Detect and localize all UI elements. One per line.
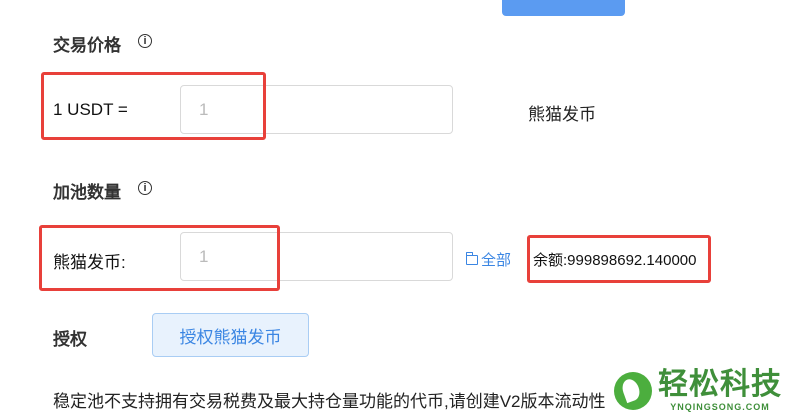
balance-highlight-box [527, 235, 711, 283]
approve-label: 授权 [53, 330, 87, 349]
max-amount-label: 全部 [481, 252, 512, 269]
info-icon[interactable]: i [138, 181, 152, 195]
watermark-cn: 轻松科技 [658, 368, 782, 401]
stable-pool-notice: 稳定池不支持拥有交易税费及最大持仓量功能的代币,请创建V2版本流动性 [53, 392, 606, 411]
folder-icon [465, 251, 478, 265]
info-icon[interactable]: i [138, 34, 152, 48]
watermark-en: YNQINGSONG.COM [670, 402, 770, 412]
price-unit-label: 熊猫发币 [528, 105, 596, 124]
watermark: 轻松科技 YNQINGSONG.COM [614, 370, 782, 412]
amount-highlight-box [39, 225, 280, 291]
price-section-title: 交易价格 [53, 36, 121, 55]
amount-section-title: 加池数量 [53, 183, 121, 202]
price-highlight-box [41, 72, 266, 140]
max-amount-link[interactable]: 全部 [465, 249, 512, 270]
approve-token-button[interactable]: 授权熊猫发币 [152, 313, 309, 357]
top-primary-button[interactable] [502, 0, 625, 16]
leaf-logo-icon [614, 372, 652, 410]
